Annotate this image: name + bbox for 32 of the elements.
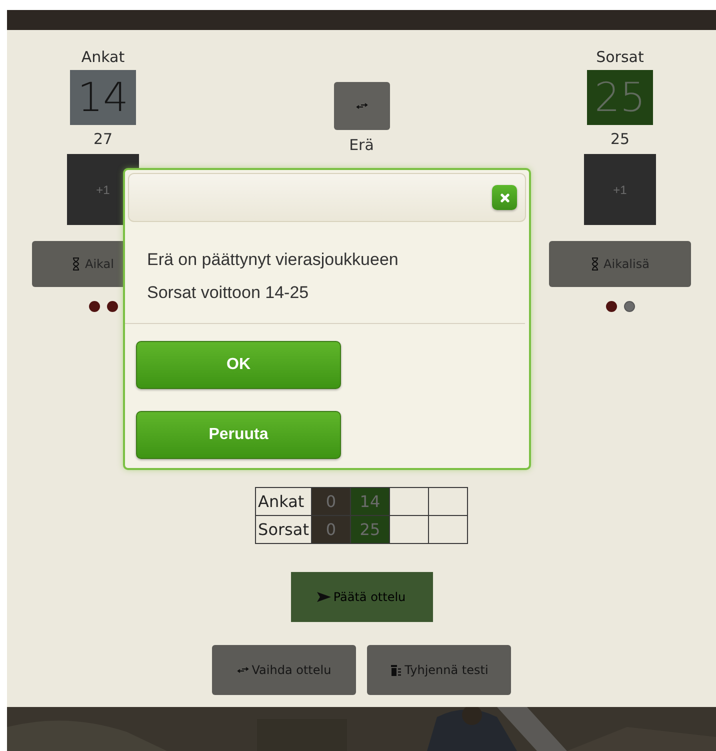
table-cell [389,488,428,516]
table-cell [389,516,428,544]
table-cell: 25 [350,516,390,544]
score-display: 14 [70,70,136,125]
table-cell [428,516,468,544]
table-cell: Sorsat [256,516,312,544]
total-points: 27 [93,130,113,148]
swap-arrows-icon [356,102,368,110]
close-button[interactable] [492,185,517,210]
timeout-button[interactable]: Aikalisä [549,241,691,287]
table-cell: 0 [311,488,350,516]
table-cell [428,488,468,516]
send-icon [317,592,332,602]
action-button[interactable]: Tyhjennä testi [367,645,511,695]
hourglass-icon [72,257,80,271]
end-match-button[interactable]: Päätä ottelu [290,572,432,622]
table-cell: 0 [311,516,350,544]
trash-icon [390,664,402,676]
set-label: Erä [349,136,374,154]
table-cell: Ankat [256,488,312,516]
hourglass-icon [590,257,599,271]
close-icon [500,192,510,202]
team-name: Sorsat [596,48,644,66]
dialog-button[interactable]: OK [136,341,341,389]
action-button[interactable]: Vaihda ottelu [212,645,356,695]
team-name: Ankat [81,48,125,66]
score-display: 25 [587,70,653,125]
dialog-message: Erä on päättynyt vierasjoukkueen Sorsat voittoon 14-25 [125,225,525,324]
total-points: 25 [610,130,630,148]
dialog-button[interactable]: Peruuta [136,411,341,459]
swap-arrows-icon [236,666,249,674]
table-cell: 14 [350,488,390,516]
